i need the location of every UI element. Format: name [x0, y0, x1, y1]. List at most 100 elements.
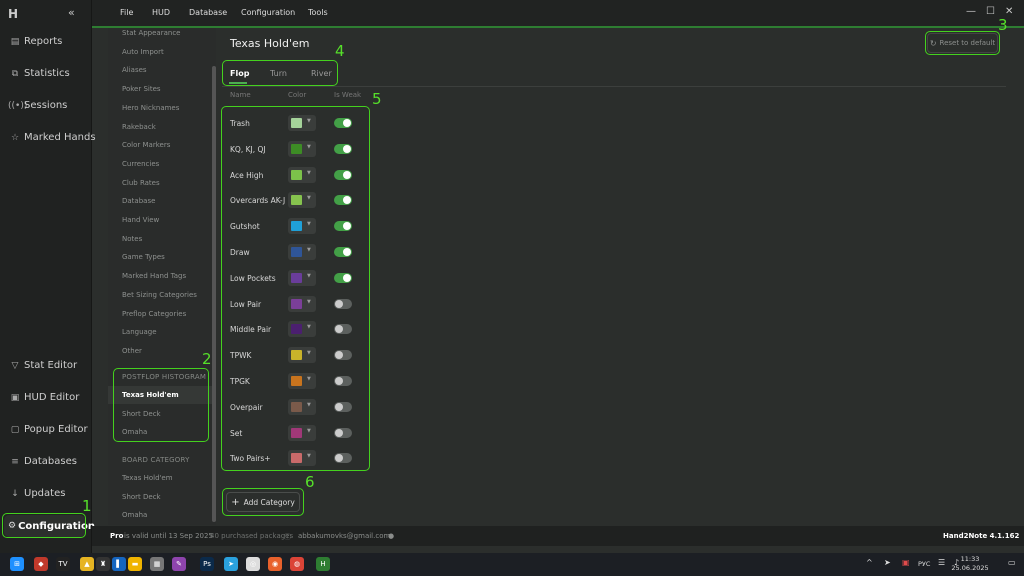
nav-hud-editor[interactable]: ▣ HUD Editor [8, 392, 80, 403]
clock-date[interactable]: 25.06.2025 [950, 564, 990, 572]
settings-item-aliases[interactable]: Aliases [122, 66, 147, 74]
app-icon-4[interactable]: ♜ [96, 557, 110, 571]
settings-item-other[interactable]: Other [122, 347, 142, 355]
menu-tools[interactable]: Tools [308, 8, 328, 17]
info-icon[interactable]: ⓘ [284, 532, 291, 542]
telegram-icon[interactable]: ➤ [224, 557, 238, 571]
divider [222, 86, 1006, 87]
nav-reports[interactable]: ▤ Reports [8, 36, 63, 47]
database-icon: ≡ [11, 456, 19, 467]
minimize-icon[interactable]: — [966, 6, 976, 17]
validity-text: is valid until 13 Sep 2025 [124, 532, 213, 540]
notification-icon[interactable]: ▭ [1008, 558, 1016, 567]
app-icon-5[interactable]: ▌ [112, 557, 126, 571]
annotation-number-1: 1 [82, 497, 92, 515]
nav-label: Statistics [24, 68, 70, 79]
windows-taskbar: ⊞ ◆ TV ▲ ♜ ▌ ▬ ▦ ✎ Ps ➤ ◎ ◉ ◍ H ^ ➤ ▣ РУС ☰ ♪ 11:33 25… [0, 553, 1024, 576]
board-item-texas-hold-em[interactable]: Texas Hold'em [122, 474, 173, 482]
language-indicator[interactable]: РУС [918, 560, 930, 568]
nav-updates[interactable]: ↓ Updates [8, 488, 65, 499]
menu-configuration[interactable]: Configuration [241, 8, 295, 17]
settings-item-preflop-categories[interactable]: Preflop Categories [122, 310, 186, 318]
board-category-header: BOARD CATEGORY [122, 456, 190, 464]
network-icon[interactable]: ☰ [938, 558, 945, 567]
annotation-number-3: 3 [998, 16, 1008, 34]
nav-databases[interactable]: ≡ Databases [8, 456, 77, 467]
nav-label: Sessions [24, 100, 68, 111]
tray-chevron-icon[interactable]: ^ [866, 558, 873, 567]
board-item-omaha[interactable]: Omaha [122, 511, 147, 519]
settings-item-rakeback[interactable]: Rakeback [122, 123, 156, 131]
annotation-number-4: 4 [335, 42, 345, 60]
windows-start-icon[interactable]: ⊞ [10, 557, 24, 571]
app-version: Hand2Note 4.1.162 [943, 532, 1020, 540]
menu-file[interactable]: File [120, 8, 133, 17]
nav-sessions[interactable]: ((•)) Sessions [8, 100, 67, 111]
main-navigation: H « ▤ Reports ⧉ Statistics ((•)) Sessions ☆ Mar… [0, 0, 96, 553]
app-icon-11[interactable]: ◎ [246, 557, 260, 571]
settings-item-currencies[interactable]: Currencies [122, 160, 159, 168]
settings-item-notes[interactable]: Notes [122, 235, 142, 243]
annotation-box-2 [113, 368, 209, 442]
nav-label: Marked Hands [24, 132, 96, 143]
settings-item-marked-hand-tags[interactable]: Marked Hand Tags [122, 272, 186, 280]
collapse-sidebar-icon[interactable]: « [68, 6, 75, 19]
app-icon-3[interactable]: ▲ [80, 557, 94, 571]
stat-editor-icon: ▽ [11, 360, 19, 371]
title-bar: File HUD Database Configuration Tools — ☐ ✕ [92, 0, 1024, 26]
app-icon-7[interactable]: ▦ [150, 557, 164, 571]
settings-item-bet-sizing-categories[interactable]: Bet Sizing Categories [122, 291, 197, 299]
nav-label: Databases [24, 456, 77, 467]
settings-item-color-markers[interactable]: Color Markers [122, 141, 170, 149]
maximize-icon[interactable]: ☐ [986, 6, 995, 17]
tradingview-icon[interactable]: TV [56, 557, 70, 571]
sessions-icon: ((•)) [8, 100, 28, 111]
explorer-icon[interactable]: ▬ [128, 557, 142, 571]
settings-item-stat-appearance[interactable]: Stat Appearance [122, 29, 180, 37]
packages-text: 40 purchased packages [210, 532, 294, 540]
annotation-box-3 [925, 31, 1000, 55]
clock-time[interactable]: 11:33 [950, 555, 990, 563]
firefox-icon[interactable]: ◉ [268, 557, 282, 571]
chrome-icon[interactable]: ◍ [290, 557, 304, 571]
page-title: Texas Hold'em [230, 37, 310, 50]
settings-item-poker-sites[interactable]: Poker Sites [122, 85, 161, 93]
board-item-short-deck[interactable]: Short Deck [122, 493, 161, 501]
nav-label: Stat Editor [24, 360, 78, 371]
app-icon-1[interactable]: ◆ [34, 557, 48, 571]
star-icon: ☆ [10, 132, 20, 143]
hand2note-icon[interactable]: H [316, 557, 330, 571]
tray-telegram-icon[interactable]: ➤ [884, 558, 891, 567]
settings-scrollbar[interactable] [212, 66, 216, 522]
nav-label: HUD Editor [24, 392, 80, 403]
nav-stat-editor[interactable]: ▽ Stat Editor [8, 360, 78, 371]
settings-item-database[interactable]: Database [122, 197, 155, 205]
annotation-box-5 [221, 106, 370, 471]
nav-popup-editor[interactable]: ▢ Popup Editor [8, 424, 88, 435]
annotation-box-6 [222, 488, 304, 516]
app-window: H « ▤ Reports ⧉ Statistics ((•)) Sessions ☆ Mar… [0, 0, 1024, 553]
settings-item-hero-nicknames[interactable]: Hero Nicknames [122, 104, 179, 112]
nav-marked-hands[interactable]: ☆ Marked Hands [8, 132, 96, 143]
nav-statistics[interactable]: ⧉ Statistics [8, 68, 70, 79]
settings-item-game-types[interactable]: Game Types [122, 253, 165, 261]
app-logo: H [8, 7, 19, 21]
hud-editor-icon: ▣ [10, 392, 20, 403]
menu-database[interactable]: Database [189, 8, 227, 17]
column-header-name: Name [230, 91, 251, 99]
statistics-icon: ⧉ [11, 68, 19, 79]
settings-item-club-rates[interactable]: Club Rates [122, 179, 160, 187]
app-icon-8[interactable]: ✎ [172, 557, 186, 571]
settings-item-language[interactable]: Language [122, 328, 157, 336]
accent-line [92, 26, 1024, 28]
settings-item-auto-import[interactable]: Auto Import [122, 48, 164, 56]
account-icon[interactable]: ● [388, 532, 394, 540]
annotation-number-6: 6 [305, 473, 315, 491]
settings-item-hand-view[interactable]: Hand View [122, 216, 159, 224]
menu-hud[interactable]: HUD [152, 8, 170, 17]
tray-app-icon[interactable]: ▣ [902, 558, 910, 567]
annotation-box-4 [222, 60, 338, 86]
nav-label: Reports [24, 36, 63, 47]
photoshop-icon[interactable]: Ps [200, 557, 214, 571]
plan-badge: Pro [110, 532, 124, 540]
